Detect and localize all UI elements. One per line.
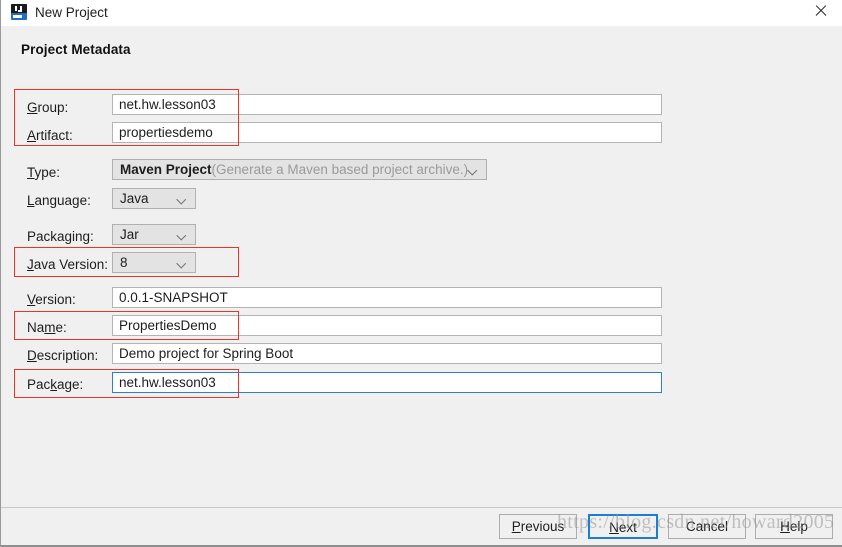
- previous-button[interactable]: Previous: [499, 514, 577, 539]
- chevron-down-icon: [178, 260, 186, 268]
- label-artifact: Artifact:: [27, 128, 73, 143]
- chevron-down-icon: [178, 196, 186, 204]
- window-bottom-border: [1, 545, 842, 547]
- type-combo[interactable]: Maven Project(Generate a Maven based pro…: [112, 159, 487, 180]
- new-project-dialog: New Project Project Metadata GGroup:roup…: [0, 0, 842, 547]
- help-button[interactable]: Help: [755, 514, 833, 539]
- chevron-down-icon: [469, 167, 477, 175]
- group-input[interactable]: net.hw.lesson03: [112, 94, 662, 115]
- type-combo-hint: (Generate a Maven based project archive.…: [211, 162, 469, 177]
- dialog-body: Project Metadata GGroup:roup: net.hw.les…: [2, 26, 842, 533]
- name-input[interactable]: PropertiesDemo: [112, 315, 662, 336]
- type-combo-value: Maven Project: [120, 162, 212, 177]
- label-package: Package:: [27, 377, 84, 392]
- packaging-combo[interactable]: Jar: [112, 224, 196, 245]
- package-input[interactable]: net.hw.lesson03: [112, 372, 662, 393]
- label-description: Description:: [27, 348, 99, 363]
- label-type: Type:: [27, 165, 61, 180]
- intellij-idea-icon: [11, 4, 27, 20]
- language-combo[interactable]: Java: [112, 188, 196, 209]
- title-bar: New Project: [1, 0, 842, 26]
- label-name: Name:: [27, 320, 67, 335]
- dialog-footer: Previous Next Cancel Help: [2, 508, 842, 547]
- java-version-combo-value: 8: [120, 255, 128, 270]
- version-input[interactable]: 0.0.1-SNAPSHOT: [112, 287, 662, 308]
- description-input[interactable]: Demo project for Spring Boot: [112, 343, 662, 364]
- close-icon[interactable]: [807, 0, 837, 22]
- window-title: New Project: [35, 5, 108, 20]
- chevron-down-icon: [178, 232, 186, 240]
- artifact-input[interactable]: propertiesdemo: [112, 122, 662, 143]
- label-packaging: Packaging:: [27, 229, 94, 244]
- next-button[interactable]: Next: [588, 514, 658, 539]
- java-version-combo[interactable]: 8: [112, 252, 196, 273]
- packaging-combo-value: Jar: [120, 227, 139, 242]
- label-version: Version:: [27, 292, 76, 307]
- label-language: Language:: [27, 193, 91, 208]
- label-java-version: Java Version:: [27, 257, 109, 272]
- page-title: Project Metadata: [21, 42, 131, 57]
- language-combo-value: Java: [120, 191, 149, 206]
- cancel-button[interactable]: Cancel: [668, 514, 746, 539]
- label-group: GGroup:roup:: [27, 100, 69, 115]
